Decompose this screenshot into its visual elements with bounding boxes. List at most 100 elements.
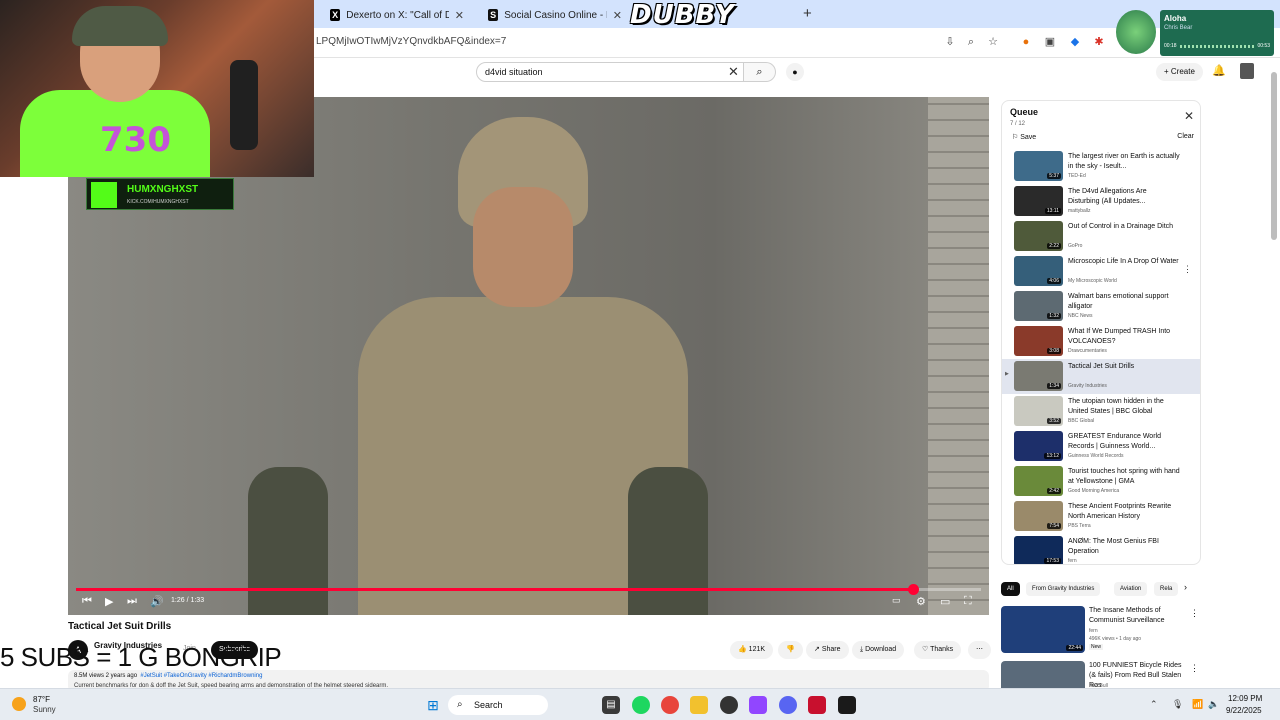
new-tab-button[interactable]: + — [803, 5, 812, 22]
search-button[interactable]: ⌕ — [744, 62, 776, 82]
queue-item-title[interactable]: Walmart bans emotional support alligator — [1068, 292, 1180, 312]
more-options-icon[interactable]: ⋮ — [1190, 663, 1199, 674]
queue-item-title[interactable]: ANØM: The Most Genius FBI Operation — [1068, 537, 1180, 557]
filter-chip[interactable]: Rela — [1154, 582, 1179, 596]
more-actions-button[interactable]: ⋯ — [968, 641, 991, 659]
recommended-title[interactable]: The Insane Methods of Communist Surveill… — [1089, 606, 1189, 626]
install-app-icon[interactable]: ⇩ — [943, 35, 957, 49]
recommended-video[interactable]: 22:44 The Insane Methods of Communist Sur… — [1001, 606, 1201, 656]
chrome-icon[interactable] — [661, 696, 679, 714]
extension-icon[interactable]: ✱ — [1092, 35, 1106, 49]
weather-condition[interactable]: Sunny — [33, 705, 56, 714]
twitch-icon[interactable] — [749, 696, 767, 714]
previous-icon[interactable]: ⏮ — [82, 595, 92, 608]
video-thumbnail[interactable]: 4:06 — [1014, 256, 1063, 286]
dislike-button[interactable]: 👎 — [778, 641, 803, 659]
more-options-icon[interactable]: ⋮ — [1190, 608, 1199, 619]
scrollbar-thumb[interactable] — [1271, 72, 1277, 240]
queue-item-title[interactable]: What If We Dumped TRASH Into VOLCANOES? — [1068, 327, 1180, 347]
spotify-icon[interactable] — [632, 696, 650, 714]
close-tab-icon[interactable]: ✕ — [455, 9, 464, 22]
bookmark-star-icon[interactable]: ☆ — [986, 35, 1000, 49]
account-avatar[interactable] — [1240, 63, 1254, 79]
queue-item[interactable]: ▶ 1:34 Tactical Jet Suit Drills Gravity Ind… — [1002, 359, 1200, 394]
video-thumbnail[interactable]: 2:42 — [1014, 466, 1063, 496]
filter-chip[interactable]: From Gravity Industries — [1026, 582, 1101, 596]
clear-search-icon[interactable]: ✕ — [728, 64, 739, 80]
video-thumbnail[interactable]: 3:08 — [1014, 326, 1063, 356]
clear-queue-button[interactable]: Clear — [1177, 133, 1194, 140]
video-thumbnail[interactable]: 3:52 — [1014, 396, 1063, 426]
volume-icon[interactable]: 🔊 — [150, 595, 164, 608]
voice-search-button[interactable]: ● — [786, 63, 804, 81]
play-icon[interactable]: ▶ — [105, 595, 113, 608]
file-explorer-icon[interactable] — [690, 696, 708, 714]
queue-item-title[interactable]: Tactical Jet Suit Drills — [1068, 362, 1180, 372]
queue-item-title[interactable]: The largest river on Earth is actually i… — [1068, 152, 1180, 172]
discord-icon[interactable] — [779, 696, 797, 714]
notifications-bell-icon[interactable]: 🔔 — [1212, 64, 1226, 77]
queue-item[interactable]: 2:42 Tourist touches hot spring with hand… — [1002, 464, 1200, 499]
video-thumbnail[interactable]: 22:44 — [1001, 606, 1085, 653]
extension-icon[interactable]: ▣ — [1043, 35, 1057, 49]
create-button[interactable]: + Create — [1156, 63, 1203, 81]
sun-icon[interactable] — [12, 697, 26, 711]
like-button[interactable]: 👍 121K — [730, 641, 774, 659]
filter-chip[interactable]: Aviation — [1114, 582, 1148, 596]
browser-tab-social-casino[interactable]: S Social Casino Online - Best Soc ✕ — [480, 4, 630, 26]
video-thumbnail[interactable]: 13:12 — [1014, 431, 1063, 461]
queue-item[interactable]: 5:37 The largest river on Earth is actual… — [1002, 149, 1200, 184]
url-field[interactable]: LPQMjIwOTIwMjVzYQnvdkbAFQ&index=7 — [316, 36, 506, 47]
video-thumbnail[interactable]: 1:34 — [1014, 361, 1063, 391]
next-icon[interactable]: ⏭ — [127, 595, 137, 608]
page-scrollbar[interactable] — [1270, 66, 1278, 686]
video-thumbnail[interactable]: 2:22 — [1014, 221, 1063, 251]
video-thumbnail[interactable]: 1:32 — [1014, 291, 1063, 321]
filter-chip[interactable]: All — [1001, 582, 1020, 596]
wifi-icon[interactable]: 📶 — [1192, 699, 1203, 710]
queue-item[interactable]: 4:06 Microscopic Life In A Drop Of Water M… — [1002, 254, 1200, 289]
taskbar-search[interactable]: Search — [448, 695, 548, 715]
fullscreen-icon[interactable]: ⛶ — [964, 595, 972, 608]
queue-item-title[interactable]: GREATEST Endurance World Records | Guinn… — [1068, 432, 1180, 452]
queue-item-title[interactable]: The utopian town hidden in the United St… — [1068, 397, 1180, 417]
queue-item[interactable]: 17:53 ANØM: The Most Genius FBI Operation… — [1002, 534, 1200, 564]
queue-item-title[interactable]: Microscopic Life In A Drop Of Water — [1068, 257, 1180, 267]
app-icon[interactable] — [808, 696, 826, 714]
video-thumbnail[interactable]: 5:37 — [1014, 151, 1063, 181]
more-options-icon[interactable]: ⋮ — [1183, 264, 1192, 275]
theater-mode-icon[interactable]: ▭ — [940, 595, 950, 608]
windows-start-icon[interactable]: ⊞ — [424, 696, 442, 714]
chevron-up-icon[interactable]: ⌃ — [1150, 699, 1158, 710]
share-button[interactable]: ↗ Share — [806, 641, 849, 659]
close-icon[interactable]: ✕ — [1184, 109, 1194, 123]
terminal-icon[interactable] — [838, 696, 856, 714]
video-thumbnail[interactable]: 7:54 — [1014, 501, 1063, 531]
weather-temperature[interactable]: 87°F — [33, 695, 50, 704]
queue-item[interactable]: 3:08 What If We Dumped TRASH Into VOLCANO… — [1002, 324, 1200, 359]
queue-item[interactable]: 7:54 These Ancient Footprints Rewrite Nor… — [1002, 499, 1200, 534]
queue-item-title[interactable]: The D4vd Allegations Are Disturbing (All… — [1068, 187, 1180, 207]
search-input[interactable]: d4vid situation — [476, 62, 744, 82]
captions-icon[interactable]: ▭ — [892, 595, 901, 606]
volume-icon[interactable]: 🔈 — [1208, 699, 1219, 710]
queue-item[interactable]: 13:12 GREATEST Endurance World Records | … — [1002, 429, 1200, 464]
save-queue-button[interactable]: ⚐ Save — [1012, 133, 1036, 141]
settings-gear-icon[interactable]: ⚙ — [916, 595, 926, 608]
zoom-icon[interactable]: ⌕ — [964, 35, 978, 49]
hashtags[interactable]: #JetSuit #TakeOnGravity #RichardmBrownin… — [140, 673, 262, 679]
queue-item-title[interactable]: These Ancient Footprints Rewrite North A… — [1068, 502, 1180, 522]
queue-item-title[interactable]: Tourist touches hot spring with hand at … — [1068, 467, 1180, 487]
clock-time[interactable]: 12:09 PM — [1228, 694, 1262, 703]
close-tab-icon[interactable]: ✕ — [613, 9, 622, 22]
task-view-icon[interactable]: ▤ — [602, 696, 620, 714]
video-thumbnail[interactable]: 17:53 — [1014, 536, 1063, 564]
clock-date[interactable]: 9/22/2025 — [1226, 706, 1262, 715]
chevron-right-icon[interactable]: › — [1184, 582, 1187, 592]
thanks-button[interactable]: ♡ Thanks — [914, 641, 962, 659]
queue-item[interactable]: 3:52 The utopian town hidden in the Unite… — [1002, 394, 1200, 429]
queue-item[interactable]: 1:32 Walmart bans emotional support allig… — [1002, 289, 1200, 324]
browser-tab-dexerto[interactable]: X Dexerto on X: "Call of Duty: Bla ✕ — [322, 4, 472, 26]
queue-item[interactable]: 13:11 The D4vd Allegations Are Disturbing… — [1002, 184, 1200, 219]
video-thumbnail[interactable]: 13:11 — [1014, 186, 1063, 216]
